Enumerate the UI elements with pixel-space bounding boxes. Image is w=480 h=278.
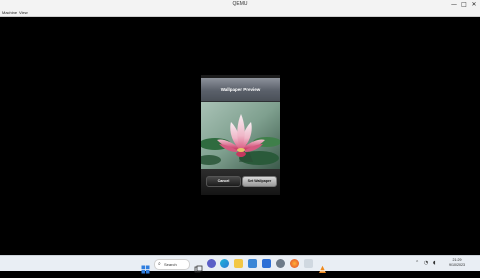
clock-date: 9/10/2023 [449,263,465,267]
cancel-button[interactable]: Cancel [206,176,241,187]
taskbar-clock[interactable]: 21:29 9/10/2023 [446,258,468,268]
search-label: Search [164,262,177,267]
close-button[interactable]: ✕ [469,0,479,10]
set-wallpaper-button[interactable]: Set Wallpaper [242,176,277,187]
volume-icon[interactable]: ◖ [433,260,436,267]
taskbar: ⌕ Search ⌃ ◔ ◖ 21:29 9/10/2023 [0,255,480,274]
app-icon[interactable] [304,259,313,268]
menu-machine[interactable]: Machine [2,10,17,16]
window-title: QEMU [232,1,248,7]
chevron-up-icon[interactable]: ⌃ [415,260,419,267]
search-icon: ⌕ [158,261,161,267]
lotus-flower-image [201,102,280,169]
edge-icon[interactable] [220,259,229,268]
network-icon[interactable]: ◔ [424,260,428,267]
settings-icon[interactable] [276,259,285,268]
wallpaper-image [201,102,280,169]
navigation-bar: Wallpaper Preview [201,78,280,102]
minimize-button[interactable]: — [449,0,459,10]
vlc-icon[interactable] [318,259,327,273]
menu-view[interactable]: View [19,10,28,16]
menu-bar: Machine View [0,10,480,17]
store-icon[interactable] [248,259,257,268]
search-input[interactable]: ⌕ Search [154,259,190,270]
file-explorer-icon[interactable] [234,259,243,268]
mail-icon[interactable] [262,259,271,268]
firefox-icon[interactable] [290,259,299,268]
maximize-button[interactable]: □ [459,0,469,10]
start-icon[interactable] [141,259,150,274]
page-title: Wallpaper Preview [220,87,261,92]
device-screen: Wallpaper Preview Cancel Set Wallpaper [201,75,280,195]
action-bar: Cancel Set Wallpaper [201,169,280,195]
task-view-icon[interactable] [194,259,203,273]
chat-icon[interactable] [207,259,216,268]
